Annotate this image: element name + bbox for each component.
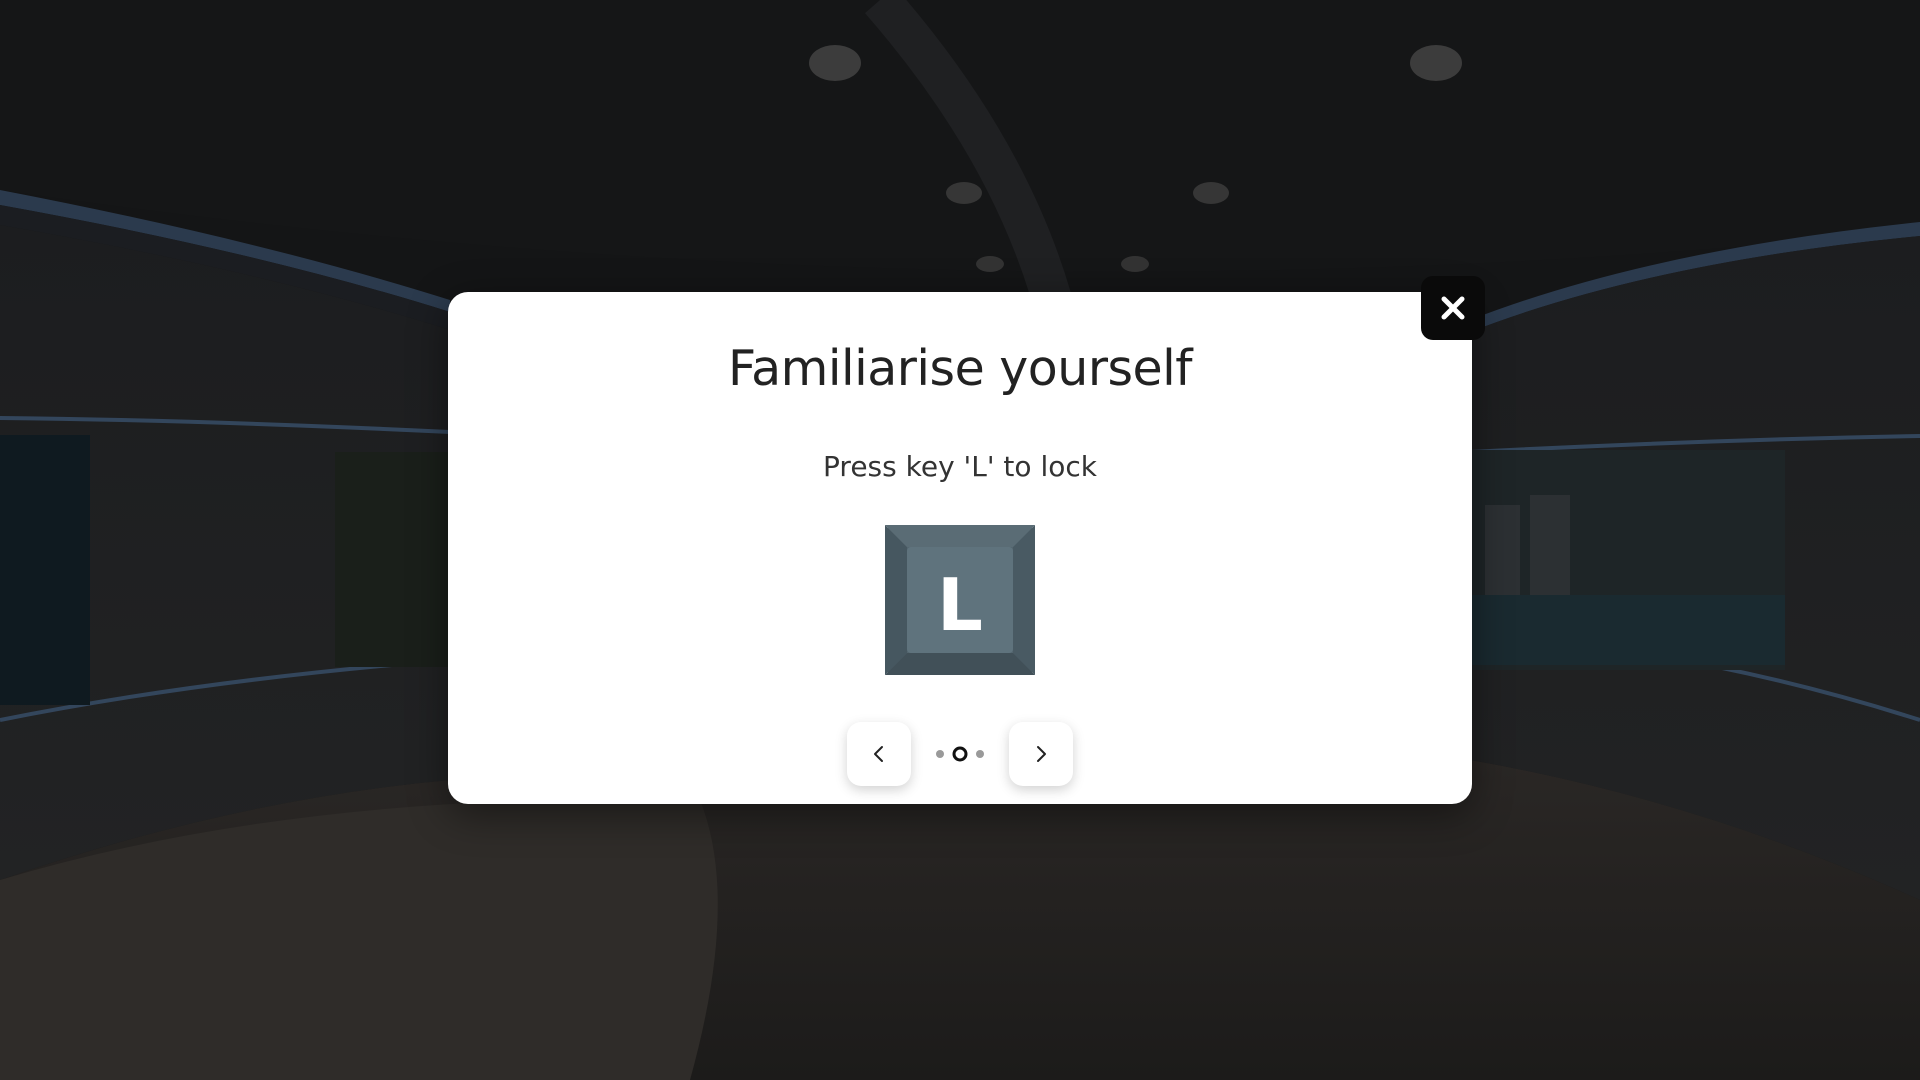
close-button[interactable] — [1421, 276, 1485, 340]
modal-instruction: Press key 'L' to lock — [823, 450, 1097, 483]
previous-button[interactable] — [847, 722, 911, 786]
chevron-right-icon — [1037, 746, 1046, 762]
pagination-dot[interactable] — [936, 750, 944, 758]
close-icon — [1441, 296, 1465, 320]
pagination-dot-active[interactable] — [952, 746, 968, 762]
modal-title: Familiarise yourself — [727, 340, 1193, 397]
pagination-dots — [935, 746, 985, 762]
chevron-left-icon — [874, 746, 883, 762]
next-button[interactable] — [1009, 722, 1073, 786]
pagination-dot[interactable] — [976, 750, 984, 758]
key-letter: L — [937, 563, 983, 647]
keyboard-key-icon: L — [885, 525, 1035, 675]
